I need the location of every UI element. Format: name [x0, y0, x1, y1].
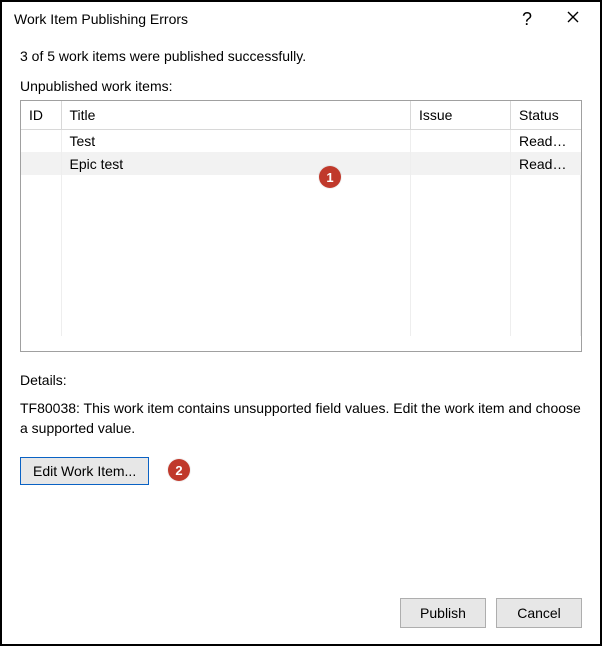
table-row-empty: [21, 290, 581, 313]
dialog-footer: Publish Cancel: [2, 588, 600, 644]
cell-id: [21, 129, 61, 152]
cell-status: Ready ...: [511, 129, 581, 152]
close-button[interactable]: [550, 3, 596, 35]
close-icon: [567, 10, 579, 28]
table-row-empty: [21, 221, 581, 244]
details-label: Details:: [20, 372, 582, 388]
dialog-title: Work Item Publishing Errors: [14, 11, 504, 27]
col-header-status[interactable]: Status: [511, 101, 581, 129]
annotation-badge-1: 1: [319, 166, 341, 188]
cell-issue: [411, 129, 511, 152]
dialog-window: Work Item Publishing Errors ? 3 of 5 wor…: [0, 0, 602, 646]
summary-text: 3 of 5 work items were published success…: [20, 48, 582, 64]
col-header-id[interactable]: ID: [21, 101, 61, 129]
table-row[interactable]: Test Ready ...: [21, 129, 581, 152]
table-row-empty: [21, 244, 581, 267]
edit-work-item-button[interactable]: Edit Work Item...: [20, 457, 149, 485]
cell-id: [21, 152, 61, 175]
col-header-title[interactable]: Title: [61, 101, 411, 129]
unpublished-label: Unpublished work items:: [20, 78, 582, 94]
table-row-empty: [21, 313, 581, 336]
publish-button[interactable]: Publish: [400, 598, 486, 628]
annotation-badge-2: 2: [168, 459, 190, 481]
table-row-empty: [21, 175, 581, 198]
table-row-empty: [21, 198, 581, 221]
cell-title: Test: [61, 129, 411, 152]
titlebar: Work Item Publishing Errors ?: [2, 2, 600, 36]
cell-title: Epic test: [61, 152, 411, 175]
details-text: TF80038: This work item contains unsuppo…: [20, 398, 582, 439]
col-header-issue[interactable]: Issue: [411, 101, 511, 129]
table-header-row: ID Title Issue Status: [21, 101, 581, 129]
table-row[interactable]: Epic test Ready ...: [21, 152, 581, 175]
cell-issue: [411, 152, 511, 175]
dialog-body: 3 of 5 work items were published success…: [2, 36, 600, 588]
help-button[interactable]: ?: [504, 3, 550, 35]
cell-status: Ready ...: [511, 152, 581, 175]
table-row-empty: [21, 267, 581, 290]
work-items-table: ID Title Issue Status Test Ready ...: [21, 101, 581, 336]
cancel-button[interactable]: Cancel: [496, 598, 582, 628]
unpublished-grid[interactable]: ID Title Issue Status Test Ready ...: [20, 100, 582, 352]
